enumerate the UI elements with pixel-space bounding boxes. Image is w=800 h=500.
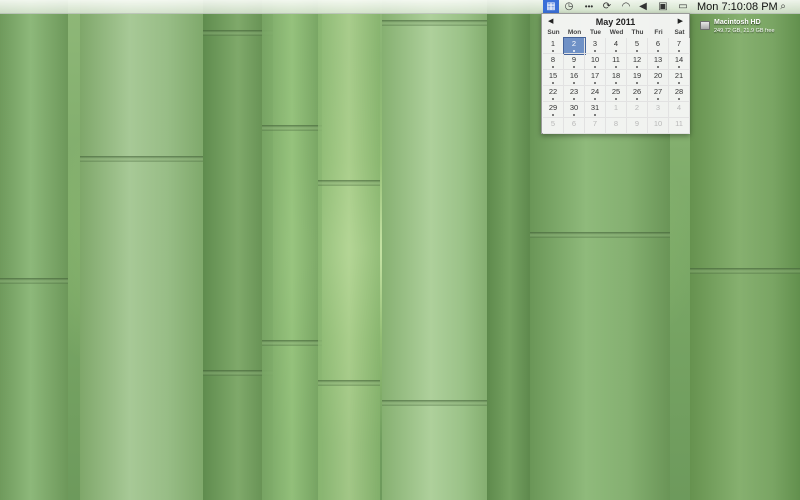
bamboo-stalk [690, 0, 800, 500]
calendar-day-other-month[interactable]: 7 [585, 118, 606, 134]
calendar-day[interactable]: 27 [648, 86, 669, 102]
calendar-day[interactable]: 12 [627, 54, 648, 70]
hard-drive-icon[interactable] [700, 21, 710, 30]
calendar-day[interactable]: 23 [564, 86, 585, 102]
calendar-day[interactable]: 7 [669, 38, 690, 54]
calendar-day[interactable]: 20 [648, 70, 669, 86]
calendar-week-row: 15 16 17 18 19 20 21 [543, 70, 690, 86]
calendar-day-other-month[interactable]: 10 [648, 118, 669, 134]
calendar-day-other-month[interactable]: 3 [648, 102, 669, 118]
calendar-day-today[interactable]: 2 [563, 37, 586, 55]
hard-drive-desktop-item[interactable]: Macintosh HD 249.72 GB, 21.9 GB free [700, 18, 800, 38]
bamboo-stalk [382, 0, 490, 500]
calendar-day-other-month[interactable]: 6 [564, 118, 585, 134]
calendar-day-other-month[interactable]: 4 [669, 102, 690, 118]
calendar-week-row: 29 30 31 1 2 3 4 [543, 102, 690, 118]
calendar-day-other-month[interactable]: 5 [543, 118, 564, 134]
weekday-label: Fri [654, 29, 663, 36]
calendar-day[interactable]: 11 [606, 54, 627, 70]
volume-icon[interactable]: ◀ [637, 1, 649, 13]
next-month-button[interactable]: ▶ [678, 17, 683, 25]
bamboo-stalk [80, 0, 205, 500]
calendar-day[interactable]: 18 [606, 70, 627, 86]
calendar-day[interactable]: 30 [564, 102, 585, 118]
calendar-day[interactable]: 17 [585, 70, 606, 86]
bamboo-stalk [0, 0, 68, 500]
calendar-day[interactable]: 8 [543, 54, 564, 70]
calendar-day-other-month[interactable]: 2 [627, 102, 648, 118]
calendar-day[interactable]: 10 [585, 54, 606, 70]
calendar-day[interactable]: 14 [669, 54, 690, 70]
calendar-day[interactable]: 9 [564, 54, 585, 70]
bamboo-stalk [262, 0, 322, 500]
calendar-day[interactable]: 21 [669, 70, 690, 86]
calendar-day[interactable]: 3 [585, 38, 606, 54]
calendar-day[interactable]: 31 [585, 102, 606, 118]
bluetooth-icon[interactable]: ••• [582, 1, 596, 13]
calendar-day[interactable]: 19 [627, 70, 648, 86]
calendar-day[interactable]: 25 [606, 86, 627, 102]
calendar-day[interactable]: 13 [648, 54, 669, 70]
calendar-day[interactable]: 5 [627, 38, 648, 54]
calendar-week-row: 22 23 24 25 26 27 28 [543, 86, 690, 102]
calendar-week-row: 1 2 3 4 5 6 7 [543, 37, 690, 55]
bamboo-stalk [487, 0, 532, 500]
weekday-label: Mon [567, 29, 582, 36]
wifi-icon[interactable]: ◠ [619, 1, 633, 13]
calendar-day[interactable]: 16 [564, 70, 585, 86]
sync-icon[interactable]: ⟳ [601, 1, 613, 13]
calendar-day[interactable]: 6 [648, 38, 669, 54]
calendar-day[interactable]: 26 [627, 86, 648, 102]
calendar-day[interactable]: 4 [606, 38, 627, 54]
calendar-day[interactable]: 29 [543, 102, 564, 118]
weekday-label: Wed [609, 29, 624, 36]
battery-icon[interactable]: ▭ [675, 1, 691, 13]
weekday-header-row: Sun Mon Tue Wed Thu Fri Sat [543, 29, 690, 38]
calendar-icon[interactable]: ▦ [543, 0, 559, 14]
calendar-month-title: May 2011 [595, 17, 636, 27]
drive-capacity-info: 249.72 GB, 21.9 GB free [714, 28, 775, 34]
weekday-label: Sat [674, 29, 685, 36]
calendar-header: ◀ May 2011 ▶ [542, 15, 689, 29]
calendar-day-other-month[interactable]: 11 [669, 118, 690, 134]
calendar-day-other-month[interactable]: 8 [606, 118, 627, 134]
calendar-day[interactable]: 24 [585, 86, 606, 102]
weekday-label: Sun [547, 29, 560, 36]
weekday-label: Thu [631, 29, 644, 36]
time-machine-icon[interactable]: ◷ [563, 1, 575, 13]
calendar-day[interactable]: 1 [543, 38, 564, 54]
menubar-clock[interactable]: Mon 7:10:08 PM [697, 0, 778, 14]
calendar-menu: ◀ May 2011 ▶ Sun Mon Tue Wed Thu Fri Sat… [541, 13, 690, 134]
bamboo-stalk [318, 0, 380, 500]
spotlight-icon[interactable]: ⌕ [776, 1, 790, 13]
calendar-week-row: 5 6 7 8 9 10 11 [543, 118, 690, 134]
menu-bar: ▦ ◷ ••• ⟳ ◠ ◀ ▣ ▭ Mon 7:10:08 PM ⌕ [0, 0, 800, 14]
drive-name: Macintosh HD [714, 19, 761, 26]
display-icon[interactable]: ▣ [656, 1, 670, 13]
weekday-label: Tue [589, 29, 602, 36]
calendar-day-other-month[interactable]: 1 [606, 102, 627, 118]
calendar-day[interactable]: 15 [543, 70, 564, 86]
calendar-week-row: 8 9 10 11 12 13 14 [543, 54, 690, 70]
calendar-day-other-month[interactable]: 9 [627, 118, 648, 134]
calendar-day[interactable]: 28 [669, 86, 690, 102]
calendar-day[interactable]: 22 [543, 86, 564, 102]
calendar-grid: 1 2 3 4 5 6 7 8 9 10 11 12 13 14 15 16 1… [543, 37, 690, 134]
